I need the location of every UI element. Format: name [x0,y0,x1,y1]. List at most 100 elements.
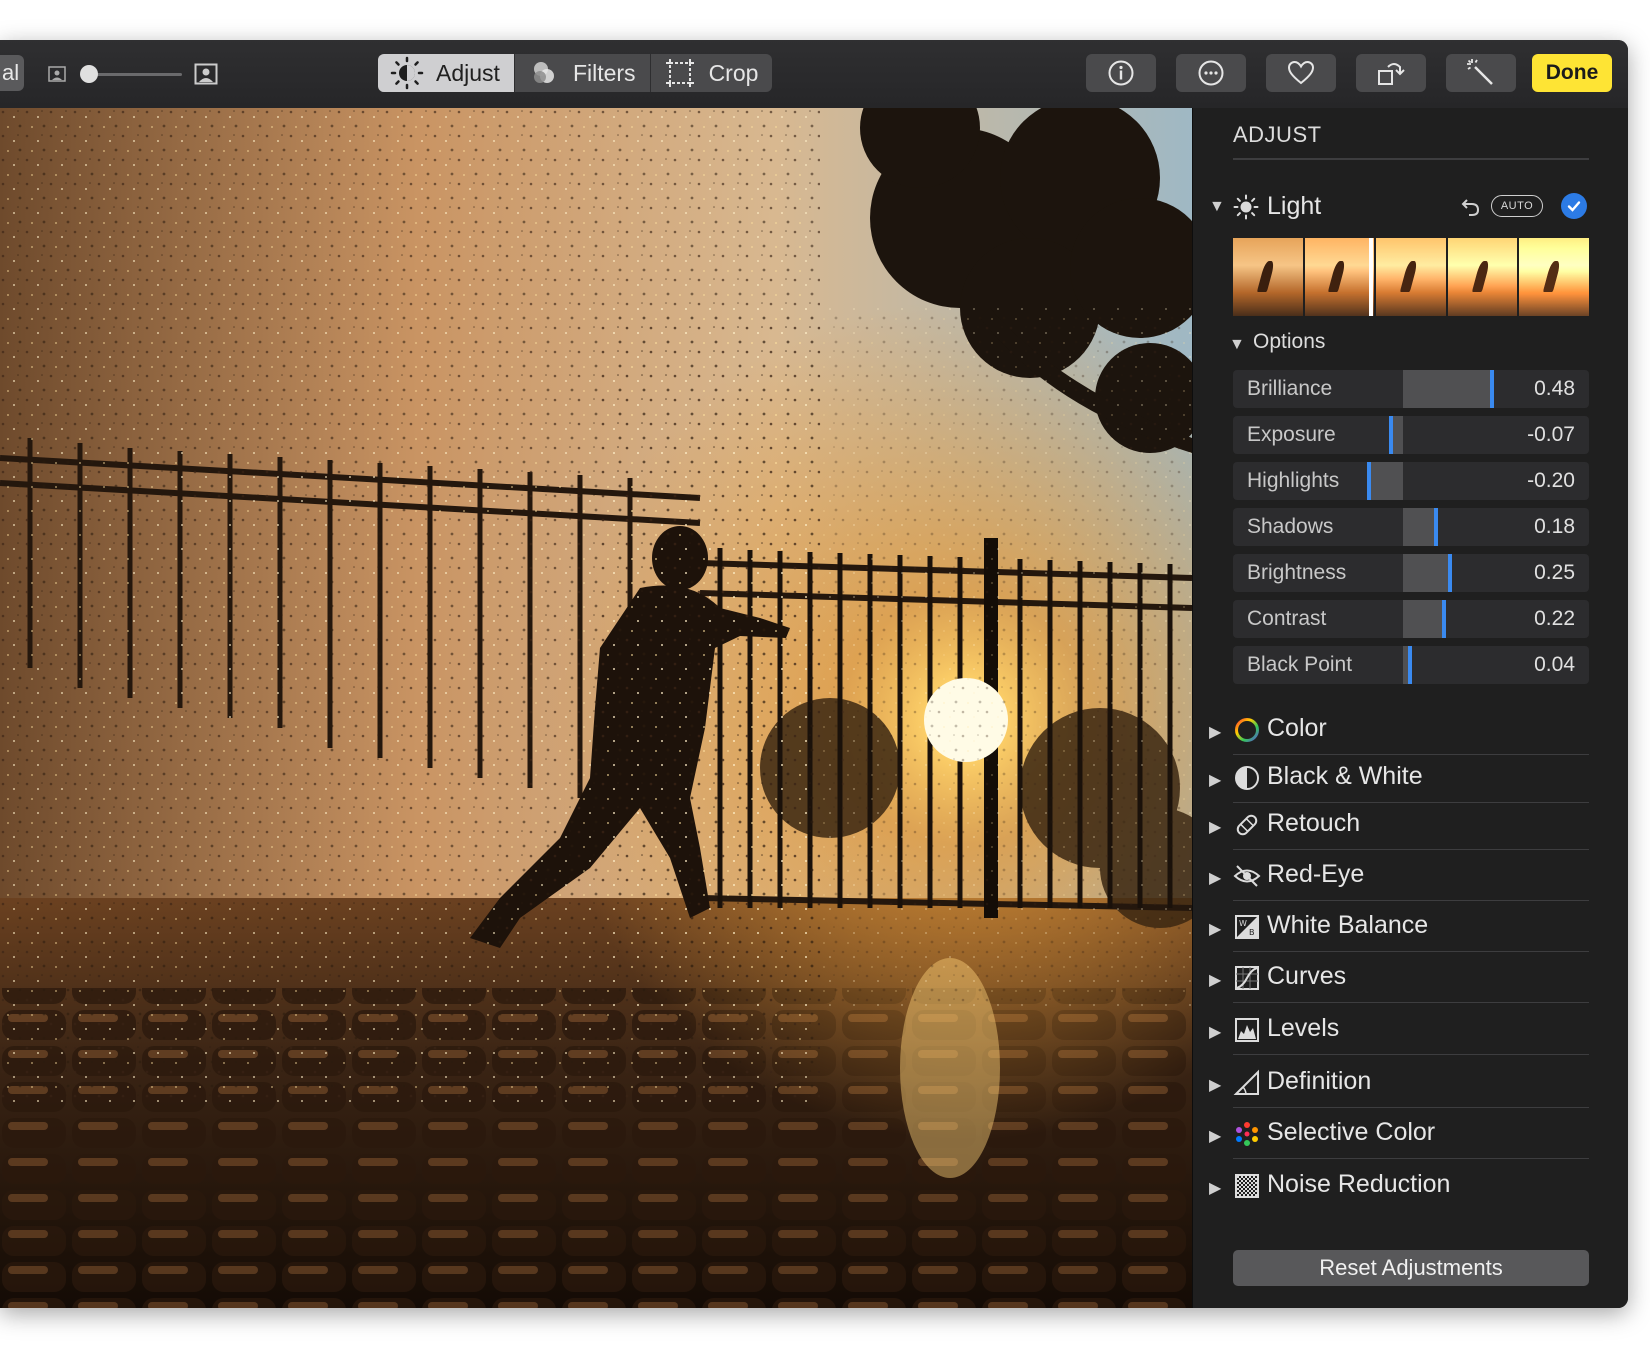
section-definition[interactable]: ▶ Definition [1209,1063,1589,1108]
disclosure-closed-icon[interactable]: ▶ [1209,970,1221,990]
section-levels[interactable]: ▶ Levels [1209,1010,1589,1055]
light-preview-strip[interactable] [1233,238,1589,316]
toolbar: al Adjust Filters Crop Done [0,40,1628,109]
large-photo-icon [194,63,218,85]
slider-highlights[interactable]: Highlights -0.20 [1233,462,1589,500]
section-label: White Balance [1267,911,1429,939]
magic-wand-icon [1467,59,1493,85]
slider-handle[interactable] [1367,462,1371,500]
bandage-icon [1233,811,1261,839]
tab-crop-label: Crop [708,59,759,86]
auto-enhance-button[interactable] [1446,54,1516,92]
info-icon [1108,60,1134,86]
disclosure-closed-icon[interactable]: ▶ [1209,1178,1221,1198]
filters-icon [527,56,561,90]
section-label: Selective Color [1267,1118,1436,1146]
slider-label: Highlights [1247,469,1340,492]
slider-fill [1369,462,1403,500]
section-label: Black & White [1267,762,1423,790]
section-label: Curves [1267,962,1347,990]
eye-slash-icon [1233,862,1261,890]
disclosure-open-icon[interactable]: ▼ [1209,198,1225,216]
disclosure-closed-icon[interactable]: ▶ [1209,1022,1221,1042]
tab-adjust[interactable]: Adjust [378,54,515,92]
divider [1233,1107,1589,1108]
preview-thumbnail [1519,238,1589,316]
view-mode-button[interactable]: al [0,55,24,91]
disclosure-open-icon[interactable]: ▼ [1229,336,1245,354]
divider [1233,1158,1589,1159]
slider-handle[interactable] [1408,646,1413,684]
reset-adjustments-button[interactable]: Reset Adjustments [1233,1250,1589,1286]
slider-handle[interactable] [1389,416,1394,454]
rotate-button[interactable] [1356,54,1426,92]
section-color[interactable]: ▶ Color [1209,710,1589,755]
zoom-slider[interactable] [48,62,228,86]
disclosure-closed-icon[interactable]: ▶ [1209,770,1221,790]
photo-canvas[interactable] [0,108,1192,1308]
section-label: Definition [1267,1067,1372,1095]
light-section-header[interactable]: ▼ Light AUTO [1209,190,1589,224]
slider-handle[interactable] [1441,600,1446,638]
slider-handle[interactable] [1447,554,1452,592]
preview-position-marker[interactable] [1369,238,1373,316]
adjust-icon [390,56,424,90]
slider-handle[interactable] [1434,508,1439,546]
small-photo-icon [48,66,66,82]
section-label: Red-Eye [1267,860,1365,888]
section-noise-reduction[interactable]: ▶ Noise Reduction [1209,1166,1589,1206]
slider-label: Exposure [1247,423,1336,446]
disclosure-closed-icon[interactable]: ▶ [1209,1126,1221,1146]
slider-brightness[interactable]: Brightness 0.25 [1233,554,1589,592]
preview-thumbnail [1233,238,1303,316]
preview-thumbnail [1447,238,1518,316]
disclosure-closed-icon[interactable]: ▶ [1209,868,1221,888]
zoom-track[interactable] [88,73,182,76]
slider-handle[interactable] [1490,370,1495,408]
light-label: Light [1267,192,1322,220]
noise-reduction-icon [1233,1172,1261,1200]
section-black-white[interactable]: ▶ Black & White [1209,758,1589,803]
done-button[interactable]: Done [1532,54,1612,92]
slider-exposure[interactable]: Exposure -0.07 [1233,416,1589,454]
white-balance-icon: WB [1233,913,1261,941]
section-retouch[interactable]: ▶ Retouch [1209,805,1589,850]
color-ring-icon [1233,716,1261,744]
sidebar-title: ADJUST [1233,122,1322,147]
zoom-knob[interactable] [80,65,98,83]
divider [1233,1002,1589,1003]
more-button[interactable] [1176,54,1246,92]
section-label: Levels [1267,1014,1340,1042]
svg-text:W: W [1239,919,1247,928]
divider [1233,900,1589,901]
disclosure-closed-icon[interactable]: ▶ [1209,1075,1221,1095]
disclosure-closed-icon[interactable]: ▶ [1209,919,1221,939]
slider-fill [1403,508,1437,546]
revert-icon[interactable] [1461,194,1481,218]
favorite-button[interactable] [1266,54,1336,92]
section-selective-color[interactable]: ▶ Selective Color [1209,1114,1589,1159]
enabled-checkmark-icon[interactable] [1561,193,1587,219]
divider [1233,158,1589,160]
disclosure-closed-icon[interactable]: ▶ [1209,722,1221,742]
disclosure-closed-icon[interactable]: ▶ [1209,817,1221,837]
tab-crop[interactable]: Crop [651,54,773,92]
tab-filters[interactable]: Filters [515,54,651,92]
section-white-balance[interactable]: ▶ W B White Balance [1209,907,1589,952]
slider-contrast[interactable]: Contrast 0.22 [1233,600,1589,638]
section-label: Retouch [1267,809,1361,837]
slider-fill [1403,600,1444,638]
slider-value: 0.48 [1534,377,1575,400]
auto-button[interactable]: AUTO [1491,195,1543,217]
slider-label: Shadows [1247,515,1334,538]
heart-icon [1287,60,1315,85]
section-curves[interactable]: ▶ Curves [1209,958,1589,1003]
section-red-eye[interactable]: ▶ Red-Eye [1209,856,1589,901]
divider [1233,849,1589,850]
info-button[interactable] [1086,54,1156,92]
curves-icon [1233,964,1261,992]
slider-brilliance[interactable]: Brilliance 0.48 [1233,370,1589,408]
slider-black-point[interactable]: Black Point 0.04 [1233,646,1589,684]
slider-shadows[interactable]: Shadows 0.18 [1233,508,1589,546]
definition-icon [1233,1069,1261,1097]
